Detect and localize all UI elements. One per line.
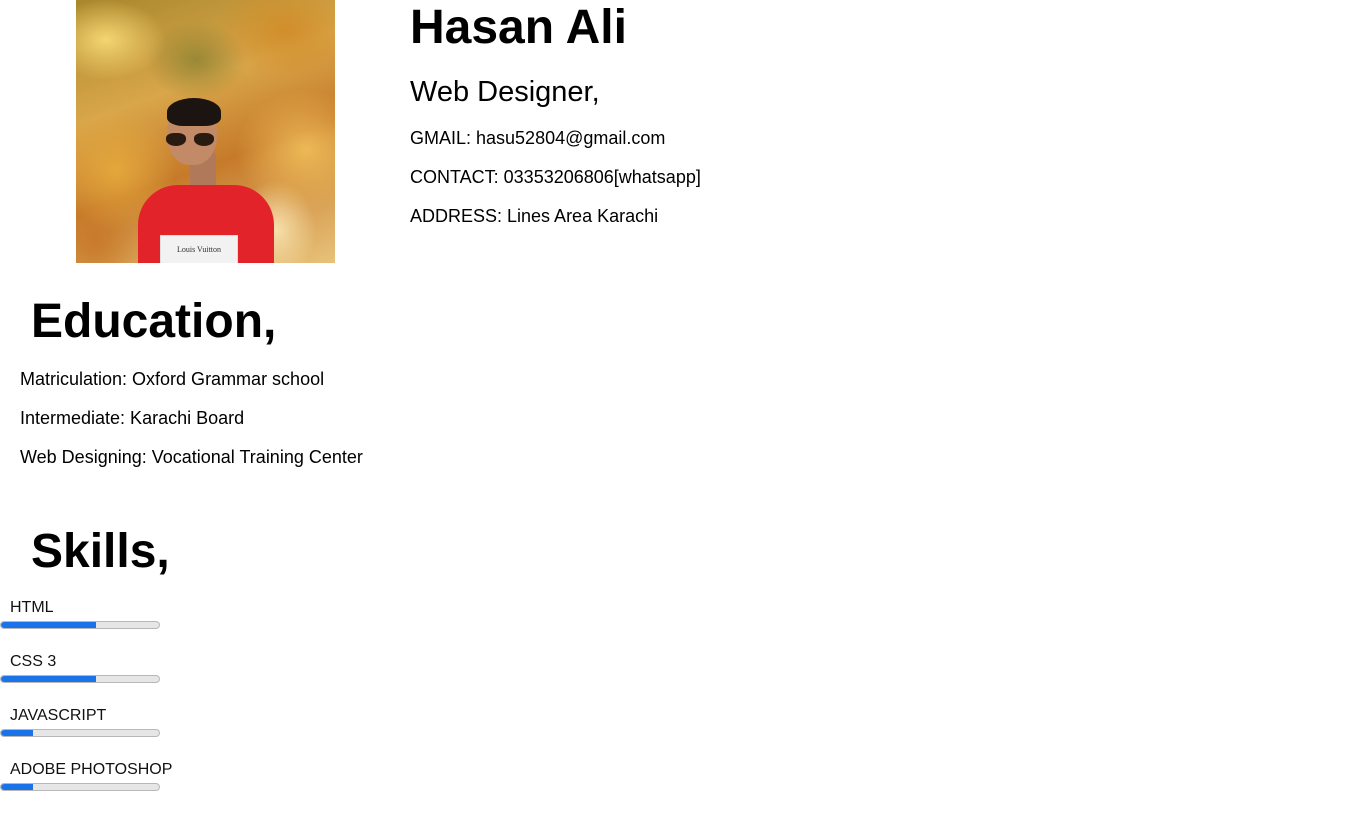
education-item: Intermediate: Karachi Board (20, 408, 245, 428)
skill-label: ADOBE PHOTOSHOP (10, 761, 173, 778)
profile-name: Hasan Ali (410, 1, 627, 54)
profile-contact: CONTACT: 03353206806[whatsapp] (410, 167, 701, 187)
skill-progress-fill (1, 730, 33, 736)
education-item: Matriculation: Oxford Grammar school (20, 369, 325, 389)
skill-progress-fill (1, 784, 33, 790)
skills-heading: Skills, (31, 525, 170, 578)
education-item: Web Designing: Vocational Training Cente… (20, 447, 363, 467)
education-heading: Education, (31, 295, 277, 348)
profile-title: Web Designer, (410, 76, 600, 108)
skill-progress-fill (1, 622, 96, 628)
photo-sunglasses (166, 133, 214, 147)
skill-progress-bar (0, 675, 160, 683)
photo-hair (167, 98, 221, 126)
skill-progress-bar (0, 783, 160, 791)
profile-gmail: GMAIL: hasu52804@gmail.com (410, 128, 666, 148)
skill-progress-fill (1, 676, 96, 682)
skill-label: CSS 3 (10, 653, 57, 670)
profile-photo: Louis Vuitton (76, 0, 335, 263)
skill-progress-bar (0, 621, 160, 629)
skill-progress-bar (0, 729, 160, 737)
skill-label: JAVASCRIPT (10, 707, 107, 724)
photo-shirt-print: Louis Vuitton (160, 235, 238, 263)
profile-address: ADDRESS: Lines Area Karachi (410, 206, 659, 226)
skill-label: HTML (10, 599, 54, 616)
